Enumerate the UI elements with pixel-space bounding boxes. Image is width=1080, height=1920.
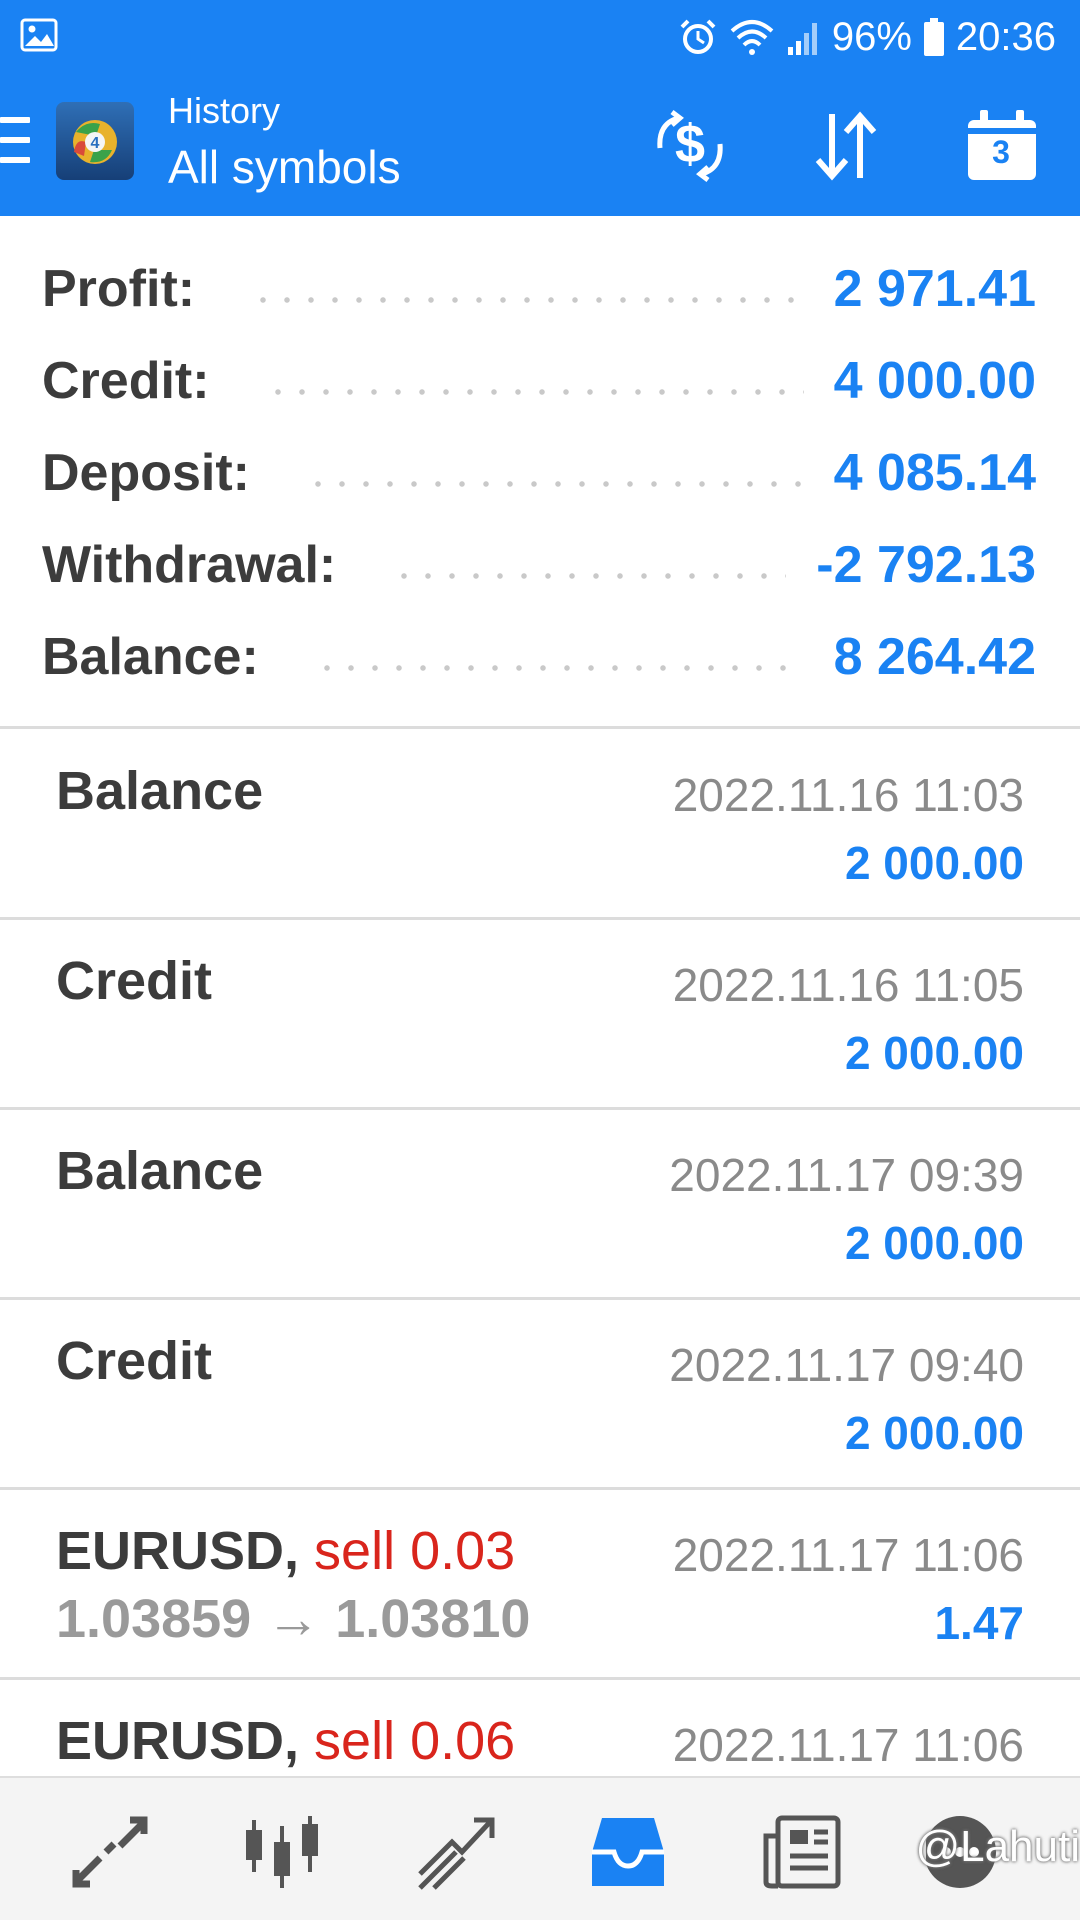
app-logo: 4 xyxy=(56,102,134,180)
svg-text:$: $ xyxy=(675,114,705,174)
trade-title: EURUSD, sell 0.03 xyxy=(56,1520,515,1582)
operation-type: Balance xyxy=(56,761,264,821)
trade-time: 2022.11.17 11:06 xyxy=(672,1529,1024,1581)
battery-percent: 96% xyxy=(831,14,912,59)
deposit-label: Deposit: xyxy=(42,444,250,502)
operation-time: 2022.11.17 09:39 xyxy=(669,1149,1024,1201)
app-bar: 4 History All symbols $ 3 xyxy=(0,72,1080,216)
operation-type: Credit xyxy=(56,1331,213,1391)
trade-side: sell 0.03 xyxy=(314,1521,516,1581)
page-title: History xyxy=(168,90,281,131)
sort-icon[interactable] xyxy=(806,108,886,184)
dot-leader xyxy=(392,573,787,579)
trade-side: sell 0.06 xyxy=(314,1711,516,1771)
withdrawal-value: -2 792.13 xyxy=(816,536,1036,594)
balance-value: 8 264.42 xyxy=(833,628,1036,686)
symbol-filter[interactable]: All symbols xyxy=(168,140,401,194)
menu-icon[interactable] xyxy=(0,117,30,163)
trade-symbol: EURUSD, xyxy=(56,1521,300,1581)
svg-text:4: 4 xyxy=(91,135,100,152)
watermark: @Lahuti xyxy=(915,1822,1080,1871)
summary-panel: Profit: 2 971.41 Credit: 4 000.00 Deposi… xyxy=(0,216,1080,729)
calendar-icon[interactable]: 3 xyxy=(966,108,1046,184)
quotes-icon[interactable] xyxy=(70,1812,150,1892)
trade-icon[interactable] xyxy=(416,1812,496,1892)
battery-icon xyxy=(923,18,944,56)
dot-leader xyxy=(314,665,804,671)
operation-amount: 2 000.00 xyxy=(844,1217,1024,1269)
clock: 20:36 xyxy=(955,14,1056,59)
summary-credit: Credit: 4 000.00 xyxy=(42,346,1036,416)
history-row[interactable]: Credit 2022.11.17 09:40 2 000.00 xyxy=(0,1300,1080,1490)
operation-time: 2022.11.16 11:03 xyxy=(672,769,1024,821)
operation-time: 2022.11.17 09:40 xyxy=(669,1339,1024,1391)
credit-value: 4 000.00 xyxy=(833,352,1036,410)
bottom-navigation: @Lahuti xyxy=(0,1776,1080,1920)
wifi-icon xyxy=(730,20,774,55)
trade-row[interactable]: EURUSD, sell 0.03 1.03859 → 1.03810 2022… xyxy=(0,1490,1080,1680)
history-icon[interactable] xyxy=(588,1812,668,1892)
calendar-day: 3 xyxy=(992,134,1010,170)
trade-symbol: EURUSD, xyxy=(56,1711,300,1771)
profit-value: 2 971.41 xyxy=(833,260,1036,318)
operation-time: 2022.11.16 11:05 xyxy=(672,959,1024,1011)
currency-exchange-icon[interactable]: $ xyxy=(650,108,730,184)
history-row[interactable]: Balance 2022.11.17 09:39 2 000.00 xyxy=(0,1110,1080,1300)
operation-type: Credit xyxy=(56,951,213,1011)
summary-balance: Balance: 8 264.42 xyxy=(42,622,1036,692)
trade-time: 2022.11.17 11:06 xyxy=(672,1719,1024,1771)
summary-profit: Profit: 2 971.41 xyxy=(42,254,1036,324)
dot-leader xyxy=(265,389,804,395)
trade-prices: 1.03859 → 1.03810 xyxy=(56,1589,531,1649)
summary-withdrawal: Withdrawal: -2 792.13 xyxy=(42,530,1036,600)
signal-icon xyxy=(787,23,817,55)
deposit-value: 4 085.14 xyxy=(833,444,1036,502)
divider xyxy=(0,726,1080,729)
trade-profit: 1.47 xyxy=(934,1597,1024,1649)
withdrawal-label: Withdrawal: xyxy=(42,536,337,594)
history-row[interactable]: Credit 2022.11.16 11:05 2 000.00 xyxy=(0,920,1080,1110)
news-icon[interactable] xyxy=(762,1812,842,1892)
status-bar: 96% 20:36 xyxy=(0,0,1080,72)
dot-leader xyxy=(251,297,804,303)
chart-icon[interactable] xyxy=(242,1812,322,1892)
dot-leader xyxy=(306,481,804,487)
history-row[interactable]: Balance 2022.11.16 11:03 2 000.00 xyxy=(0,730,1080,920)
alarm-icon xyxy=(680,19,716,54)
operation-amount: 2 000.00 xyxy=(844,1027,1024,1079)
profit-label: Profit: xyxy=(42,260,196,318)
operation-amount: 2 000.00 xyxy=(844,837,1024,889)
credit-label: Credit: xyxy=(42,352,210,410)
balance-label: Balance: xyxy=(42,628,259,686)
image-icon xyxy=(20,18,58,52)
operation-type: Balance xyxy=(56,1141,264,1201)
summary-deposit: Deposit: 4 085.14 xyxy=(42,438,1036,508)
operation-amount: 2 000.00 xyxy=(844,1407,1024,1459)
trade-title: EURUSD, sell 0.06 xyxy=(56,1710,515,1772)
history-list[interactable]: Balance 2022.11.16 11:03 2 000.00 Credit… xyxy=(0,730,1080,1870)
